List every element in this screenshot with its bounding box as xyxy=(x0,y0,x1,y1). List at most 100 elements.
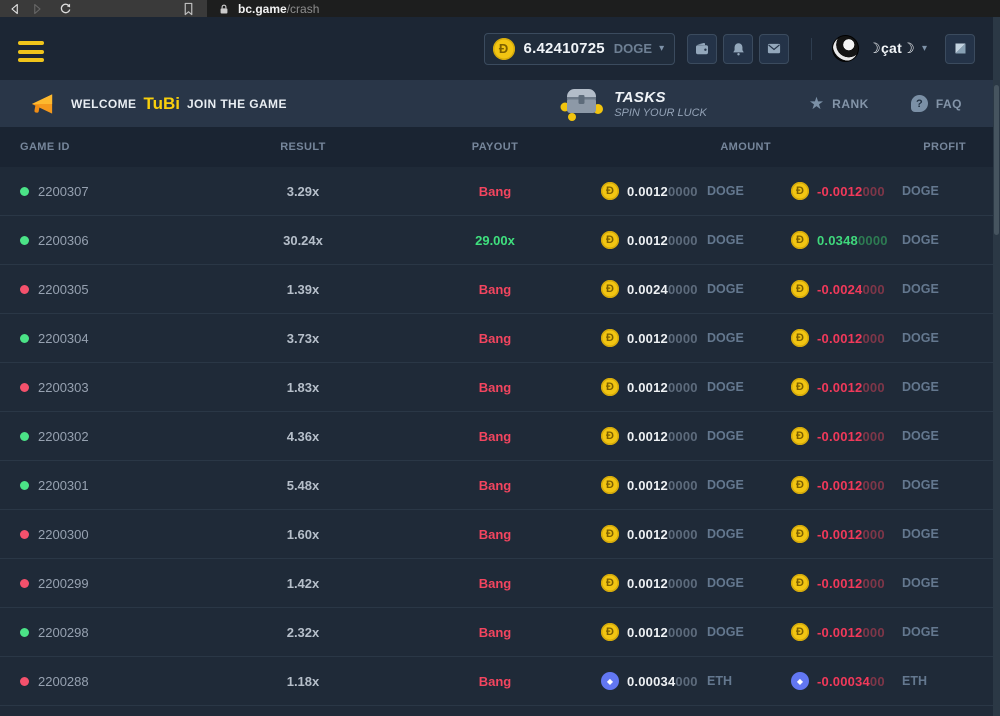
balance-selector[interactable]: Đ 6.42410725 DOGE ▾ xyxy=(484,33,676,65)
refresh-icon xyxy=(59,2,72,15)
status-dot xyxy=(20,628,29,637)
table-row[interactable]: 2200288 1.18x Bang ◆ 0.00034000 ETH ◆ -0… xyxy=(0,657,1000,706)
payout-value: Bang xyxy=(420,363,570,411)
status-dot xyxy=(20,187,29,196)
table-row[interactable]: 2200301 5.48x Bang Đ 0.00120000 DOGE Đ -… xyxy=(0,461,1000,510)
table-row[interactable]: 2200304 3.73x Bang Đ 0.00120000 DOGE Đ -… xyxy=(0,314,1000,363)
result-value: 1.39x xyxy=(260,265,346,313)
result-value: 4.36x xyxy=(260,412,346,460)
table-row[interactable]: 2200298 2.32x Bang Đ 0.00120000 DOGE Đ -… xyxy=(0,608,1000,657)
user-menu[interactable]: ☽çat☽ ▾ xyxy=(832,35,927,62)
amount-value: 0.00120000 xyxy=(627,233,707,248)
back-icon xyxy=(9,3,21,15)
username: ☽çat☽ xyxy=(868,40,915,57)
coin-icon: Đ xyxy=(791,182,809,200)
game-id-cell: 2200298 xyxy=(20,608,89,656)
table-row[interactable]: 2200303 1.83x Bang Đ 0.00120000 DOGE Đ -… xyxy=(0,363,1000,412)
result-value: 3.29x xyxy=(260,167,346,215)
profit-value: -0.0003400 xyxy=(817,674,902,689)
table-row[interactable]: 2200302 4.36x Bang Đ 0.00120000 DOGE Đ -… xyxy=(0,412,1000,461)
profit-cell: Đ -0.0012000 DOGE xyxy=(791,167,939,215)
wallet-button[interactable] xyxy=(687,34,717,64)
coin-icon: Đ xyxy=(601,623,619,641)
game-id: 2200302 xyxy=(38,429,89,444)
game-id-cell: 2200303 xyxy=(20,363,89,411)
rank-button[interactable]: ★ RANK xyxy=(809,95,869,112)
game-id: 2200306 xyxy=(38,233,89,248)
header-divider xyxy=(811,38,812,60)
welcome-suffix: JOIN THE GAME xyxy=(187,97,287,111)
profit-value: -0.0012000 xyxy=(817,331,902,346)
browser-back-button[interactable] xyxy=(4,0,26,17)
bookmark-icon[interactable] xyxy=(182,0,195,17)
browser-refresh-button[interactable] xyxy=(54,0,76,17)
amount-cell: Đ 0.00240000 DOGE xyxy=(601,265,744,313)
coin-icon: Đ xyxy=(601,574,619,592)
profit-cell: Đ 0.03480000 DOGE xyxy=(791,216,939,264)
amount-cell: ◆ 0.00034000 ETH xyxy=(601,657,732,705)
lock-icon xyxy=(218,3,230,15)
result-value: 2.32x xyxy=(260,608,346,656)
status-dot xyxy=(20,236,29,245)
coin-icon: Đ xyxy=(601,525,619,543)
status-dot xyxy=(20,285,29,294)
result-value: 3.73x xyxy=(260,314,346,362)
welcome-message[interactable]: WELCOME TuBi JOIN THE GAME xyxy=(71,94,287,114)
menu-button[interactable] xyxy=(18,41,44,62)
table-row[interactable]: 2200306 30.24x 29.00x Đ 0.00120000 DOGE … xyxy=(0,216,1000,265)
table-row[interactable]: 2200300 1.60x Bang Đ 0.00120000 DOGE Đ -… xyxy=(0,510,1000,559)
notifications-button[interactable] xyxy=(723,34,753,64)
table-row[interactable]: 2200305 1.39x Bang Đ 0.00240000 DOGE Đ -… xyxy=(0,265,1000,314)
megaphone-icon xyxy=(30,92,55,116)
live-chat-button[interactable] xyxy=(945,34,975,64)
scrollbar-thumb[interactable] xyxy=(994,85,999,235)
game-id-cell: 2200288 xyxy=(20,657,89,705)
profit-cell: ◆ -0.0003400 ETH xyxy=(791,657,927,705)
faq-button[interactable]: ? FAQ xyxy=(911,95,962,112)
profit-value: 0.03480000 xyxy=(817,233,902,248)
profit-cell: Đ -0.0012000 DOGE xyxy=(791,412,939,460)
game-id: 2200301 xyxy=(38,478,89,493)
profit-value: -0.0012000 xyxy=(817,625,902,640)
profit-currency: DOGE xyxy=(902,282,939,296)
tasks-text: TASKS SPIN YOUR LUCK xyxy=(614,89,707,119)
table-row[interactable]: 2200307 3.29x Bang Đ 0.00120000 DOGE Đ -… xyxy=(0,167,1000,216)
welcome-username: TuBi xyxy=(143,94,180,114)
game-id: 2200298 xyxy=(38,625,89,640)
profit-currency: DOGE xyxy=(902,331,939,345)
profit-currency: DOGE xyxy=(902,429,939,443)
profit-value: -0.0012000 xyxy=(817,380,902,395)
tasks-widget[interactable]: TASKS SPIN YOUR LUCK xyxy=(558,85,707,123)
profit-currency: ETH xyxy=(902,674,927,688)
game-id: 2200299 xyxy=(38,576,89,591)
bell-icon xyxy=(731,41,746,57)
coin-icon: Đ xyxy=(791,623,809,641)
balance-currency: DOGE xyxy=(614,41,652,56)
table-row[interactable]: 2200299 1.42x Bang Đ 0.00120000 DOGE Đ -… xyxy=(0,559,1000,608)
game-id-cell: 2200302 xyxy=(20,412,89,460)
column-header-amount: AMOUNT xyxy=(601,127,771,167)
profit-cell: Đ -0.0012000 DOGE xyxy=(791,559,939,607)
game-id-cell: 2200300 xyxy=(20,510,89,558)
status-dot xyxy=(20,481,29,490)
status-dot xyxy=(20,530,29,539)
url-bar[interactable]: bc.game/crash xyxy=(207,0,1000,17)
profit-currency: DOGE xyxy=(902,233,939,247)
column-header-game-id: GAME ID xyxy=(20,127,70,167)
amount-cell: Đ 0.00120000 DOGE xyxy=(601,608,744,656)
chevron-down-icon: ▾ xyxy=(922,43,927,54)
coin-icon: Đ xyxy=(601,329,619,347)
browser-forward-button[interactable] xyxy=(26,0,48,17)
scrollbar[interactable] xyxy=(993,17,1000,716)
profit-currency: DOGE xyxy=(902,184,939,198)
payout-value: Bang xyxy=(420,608,570,656)
browser-chrome: bc.game/crash xyxy=(0,0,1000,17)
amount-currency: DOGE xyxy=(707,331,744,345)
amount-cell: Đ 0.00120000 DOGE xyxy=(601,216,744,264)
amount-currency: ETH xyxy=(707,674,732,688)
star-icon: ★ xyxy=(809,95,824,112)
payout-value: Bang xyxy=(420,559,570,607)
messages-button[interactable] xyxy=(759,34,789,64)
coin-icon: Đ xyxy=(601,427,619,445)
amount-cell: Đ 0.00120000 DOGE xyxy=(601,510,744,558)
